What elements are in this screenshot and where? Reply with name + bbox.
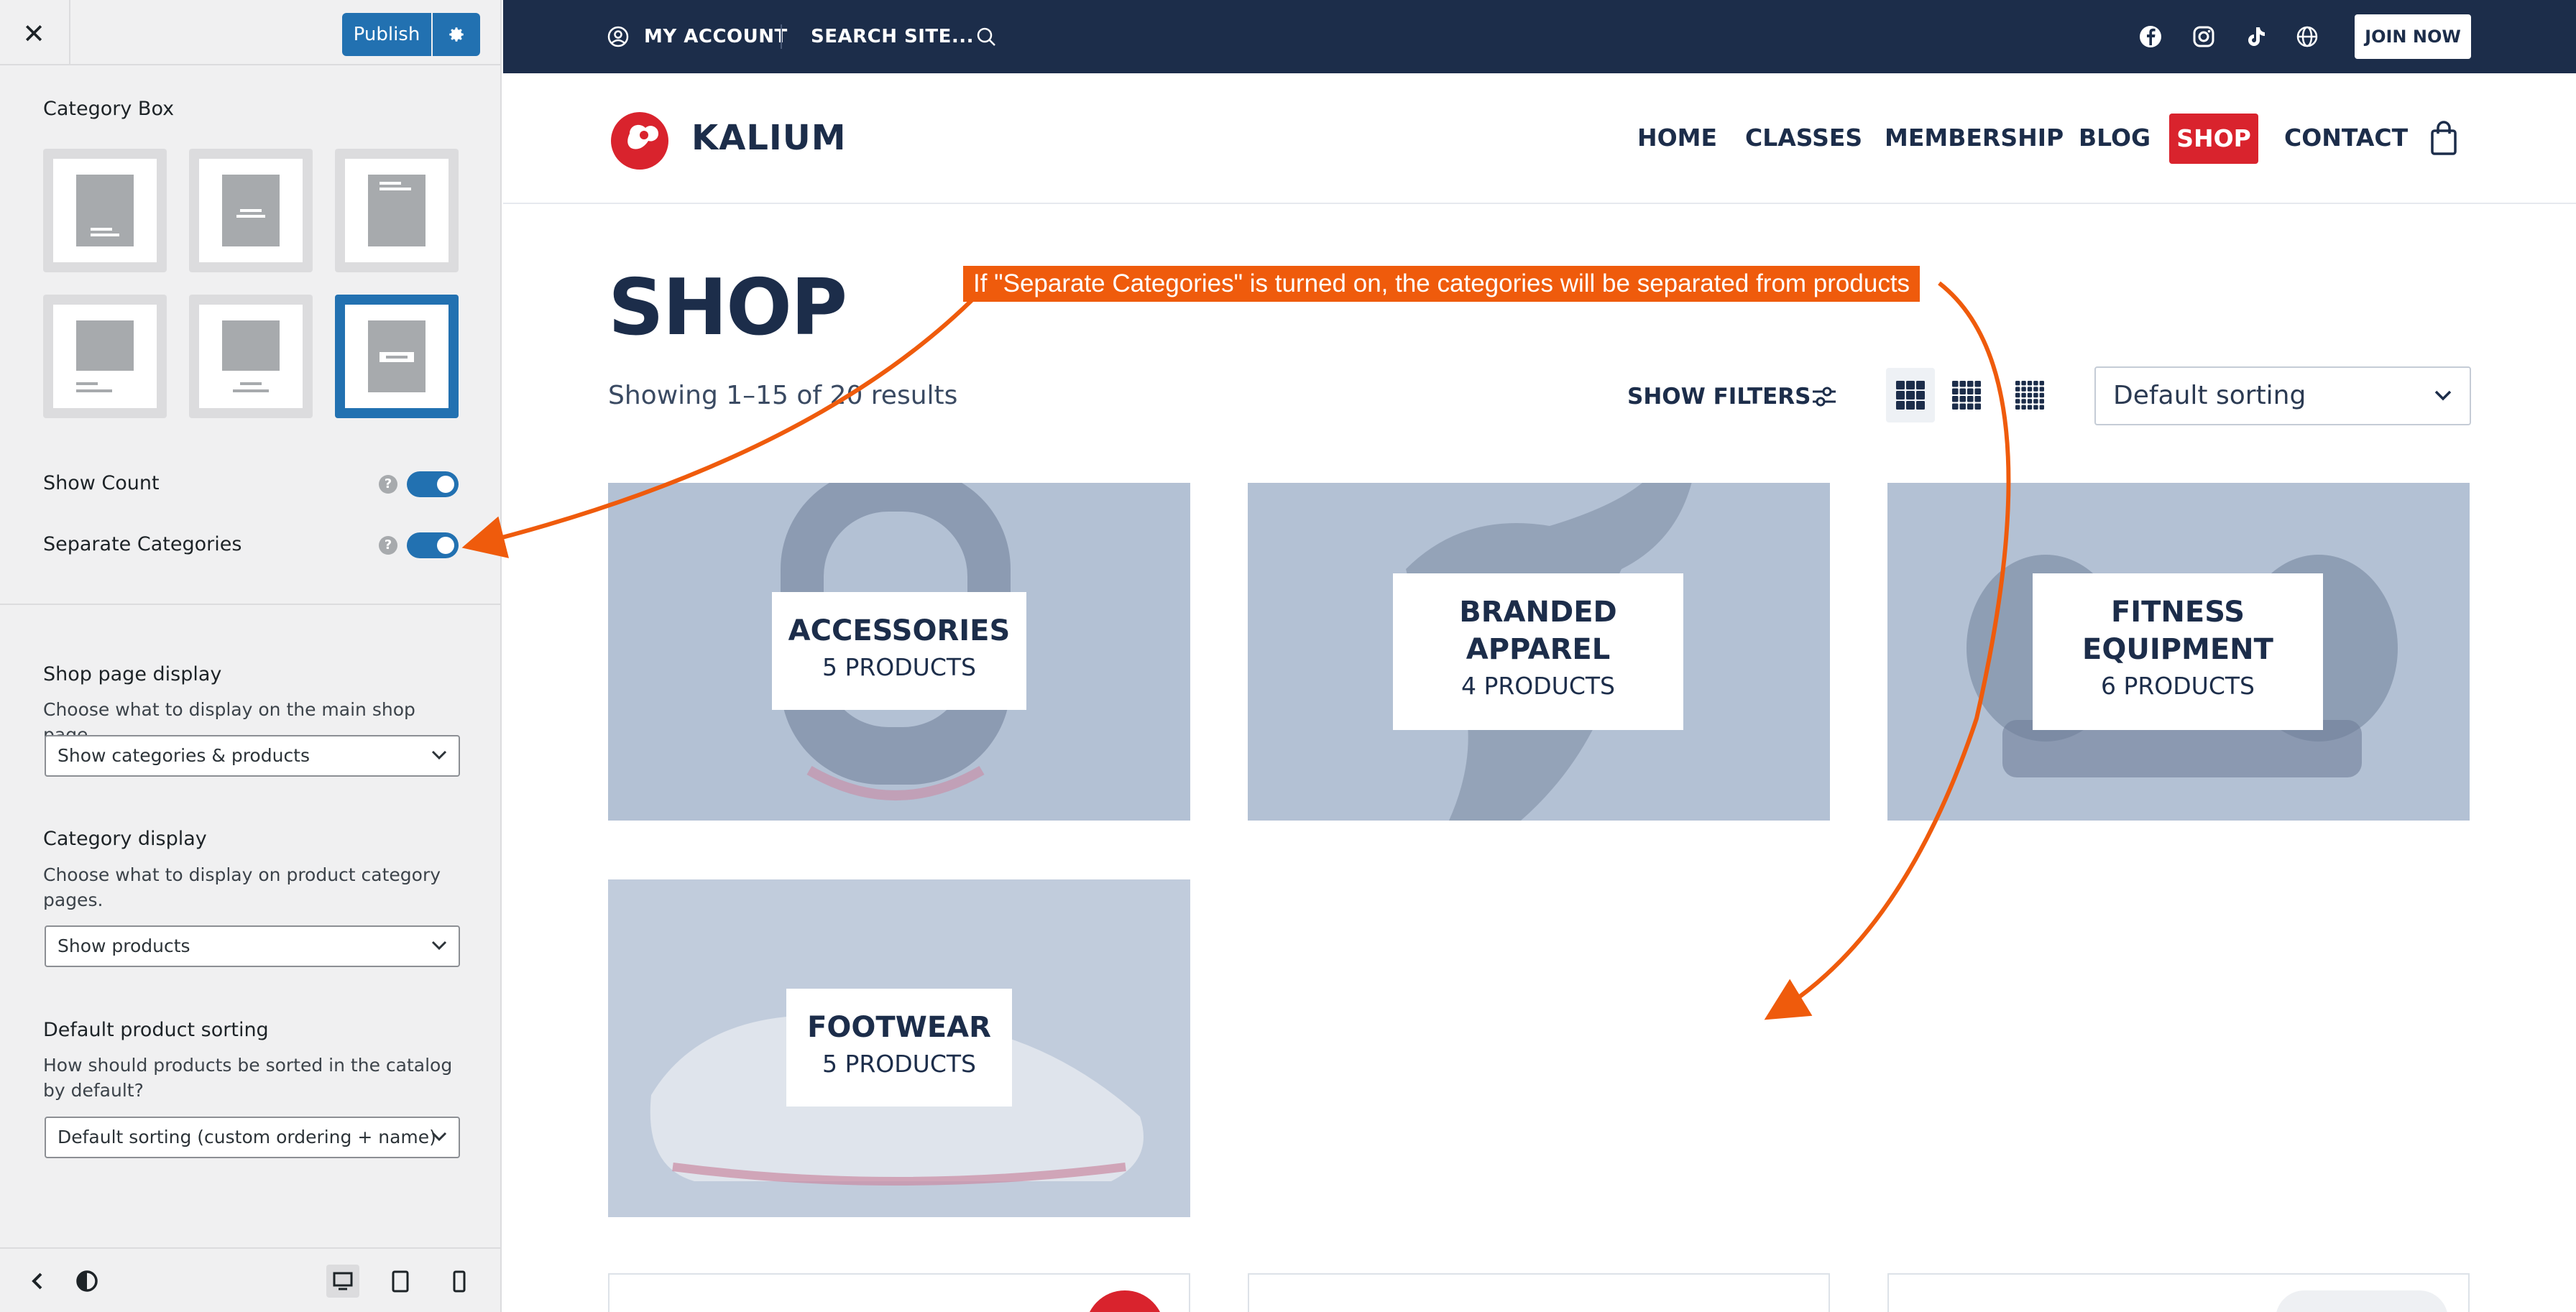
category-name-line2: APPAREL: [1466, 633, 1611, 666]
publish-button[interactable]: Publish: [342, 13, 431, 56]
contrast-icon[interactable]: [70, 1265, 104, 1298]
annotation-callout: If "Separate Categories" is turned on, t…: [963, 266, 1920, 302]
sale-badge: [1085, 1290, 1164, 1312]
nav-home[interactable]: HOME: [1637, 124, 1717, 152]
category-tile-fitness-equipment[interactable]: FITNESS EQUIPMENT 6 PRODUCTS: [1887, 483, 2470, 821]
close-icon[interactable]: ✕: [16, 16, 52, 52]
separate-categories-label: Separate Categories: [43, 533, 242, 555]
category-name-line1: FITNESS: [2110, 596, 2245, 629]
category-label: ACCESSORIES 5 PRODUCTS: [772, 592, 1026, 710]
help-icon[interactable]: ?: [379, 536, 397, 555]
customizer-sidebar: ✕ Publish Category Box Show Count ? Sepa…: [0, 0, 502, 1312]
category-count: 5 PRODUCTS: [822, 1050, 976, 1078]
category-display-description: Choose what to display on product catego…: [43, 864, 441, 910]
nav-classes[interactable]: CLASSES: [1745, 124, 1862, 152]
category-name-line1: BRANDED: [1459, 596, 1617, 629]
main-navigation: KALIUM HOME CLASSES MEMBERSHIP BLOG SHOP…: [503, 73, 2576, 204]
chevron-down-icon: [431, 750, 447, 760]
header-divider: [69, 0, 70, 65]
chevron-down-icon: [431, 941, 447, 951]
layout-option-3[interactable]: [335, 149, 459, 272]
tablet-icon[interactable]: [384, 1265, 417, 1298]
select-value: Show categories & products: [58, 745, 310, 766]
shop-page-display-label: Shop page display: [43, 663, 222, 685]
section-divider: [0, 604, 500, 605]
default-sorting-label: Default product sorting: [43, 1019, 269, 1041]
category-label: FITNESS EQUIPMENT 6 PRODUCTS: [2033, 573, 2323, 730]
layout-option-6-selected[interactable]: [335, 295, 459, 418]
publish-settings-button[interactable]: [433, 13, 480, 56]
nav-contact[interactable]: CONTACT: [2284, 124, 2408, 152]
top-bar-divider: [781, 24, 782, 49]
results-count: Showing 1–15 of 20 results: [608, 381, 958, 410]
gear-icon: [449, 27, 464, 42]
globe-icon[interactable]: [2294, 24, 2320, 50]
category-label: BRANDED APPAREL 4 PRODUCTS: [1393, 573, 1683, 730]
select-value: Show products: [58, 936, 190, 956]
default-sorting-description: How should products be sorted in the cat…: [43, 1055, 453, 1101]
instagram-icon[interactable]: [2191, 24, 2217, 50]
facebook-icon[interactable]: [2138, 24, 2163, 50]
layout-option-4[interactable]: [43, 295, 167, 418]
desktop-preview-button[interactable]: [326, 1265, 359, 1298]
chevron-down-icon: [2434, 390, 2452, 401]
product-card[interactable]: [608, 1273, 1190, 1312]
category-display-label: Category display: [43, 828, 207, 850]
category-count: 6 PRODUCTS: [2100, 672, 2255, 700]
show-filters-button[interactable]: SHOW FILTERS: [1627, 384, 1811, 410]
shop-page-display-select[interactable]: Show categories & products: [45, 735, 460, 777]
tiktok-icon[interactable]: [2242, 24, 2268, 50]
category-tile-footwear[interactable]: FOOTWEAR 5 PRODUCTS: [608, 879, 1190, 1217]
grid-5-icon[interactable]: [2015, 381, 2044, 410]
nav-shop-active[interactable]: SHOP: [2169, 114, 2258, 164]
category-count: 5 PRODUCTS: [822, 653, 976, 681]
customizer-header: ✕ Publish: [0, 0, 500, 65]
site-logo-text[interactable]: KALIUM: [691, 118, 847, 158]
layout-option-5[interactable]: [189, 295, 313, 418]
layout-option-1[interactable]: [43, 149, 167, 272]
my-account-link[interactable]: MY ACCOUNT: [644, 26, 788, 47]
layout-option-2[interactable]: [189, 149, 313, 272]
cart-icon[interactable]: [2428, 118, 2460, 158]
category-label: FOOTWEAR 5 PRODUCTS: [786, 989, 1012, 1107]
site-preview: MY ACCOUNT SEARCH SITE... JOIN NOW KALIU…: [503, 0, 2576, 1312]
chevron-down-icon: [431, 1132, 447, 1142]
product-card[interactable]: [1248, 1273, 1830, 1312]
category-tile-branded-apparel[interactable]: BRANDED APPAREL 4 PRODUCTS: [1248, 483, 1830, 821]
category-box-title: Category Box: [43, 98, 175, 120]
sorting-value: Default sorting: [2113, 381, 2306, 410]
grid-3-icon[interactable]: [1896, 381, 1925, 410]
show-count-toggle[interactable]: [407, 471, 459, 497]
select-value: Default sorting (custom ordering + name): [58, 1127, 436, 1147]
search-input[interactable]: SEARCH SITE...: [811, 26, 974, 47]
nav-blog[interactable]: BLOG: [2079, 124, 2150, 152]
default-sorting-select[interactable]: Default sorting (custom ordering + name): [45, 1117, 460, 1158]
product-card[interactable]: [1887, 1273, 2470, 1312]
nav-membership[interactable]: MEMBERSHIP: [1885, 124, 2064, 152]
category-name: ACCESSORIES: [788, 614, 1011, 647]
back-icon[interactable]: [22, 1265, 55, 1298]
search-icon[interactable]: [973, 24, 999, 50]
join-now-button[interactable]: JOIN NOW: [2355, 14, 2471, 59]
category-display-select[interactable]: Show products: [45, 925, 460, 967]
sorting-select[interactable]: Default sorting: [2094, 366, 2471, 425]
product-badge: [2276, 1290, 2448, 1312]
category-count: 4 PRODUCTS: [1460, 672, 1615, 700]
desktop-icon: [333, 1272, 353, 1290]
grid-4-icon[interactable]: [1952, 381, 1981, 410]
filters-icon[interactable]: [1810, 382, 1839, 411]
top-bar: MY ACCOUNT SEARCH SITE... JOIN NOW: [503, 0, 2576, 73]
help-icon[interactable]: ?: [379, 475, 397, 494]
page-title: SHOP: [608, 263, 847, 353]
mobile-icon[interactable]: [443, 1265, 476, 1298]
user-icon[interactable]: [605, 24, 631, 50]
category-name: FOOTWEAR: [807, 1011, 991, 1044]
category-tile-accessories[interactable]: ACCESSORIES 5 PRODUCTS: [608, 483, 1190, 821]
category-name-line2: EQUIPMENT: [2082, 633, 2273, 666]
customizer-footer: [0, 1247, 500, 1312]
kalium-logo-icon[interactable]: [608, 108, 674, 171]
show-count-label: Show Count: [43, 472, 160, 494]
separate-categories-toggle[interactable]: [407, 532, 459, 558]
